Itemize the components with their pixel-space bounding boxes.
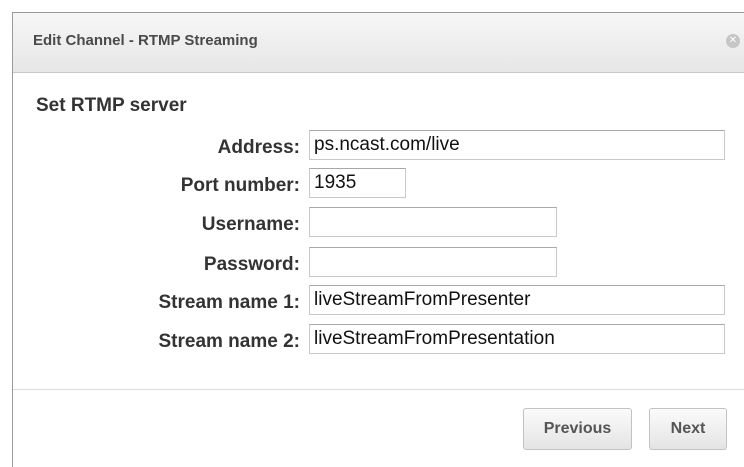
address-input[interactable] bbox=[309, 130, 725, 160]
next-button[interactable]: Next bbox=[649, 408, 727, 450]
dialog-title-bar: Edit Channel - RTMP Streaming ✕ bbox=[13, 13, 744, 73]
port-number-input[interactable] bbox=[309, 168, 406, 198]
footer-divider bbox=[13, 389, 744, 390]
port-number-label: Port number: bbox=[180, 175, 300, 196]
edit-channel-dialog: Edit Channel - RTMP Streaming ✕ Set RTMP… bbox=[12, 12, 744, 467]
username-input[interactable] bbox=[309, 207, 557, 237]
stream-name-1-label: Stream name 1: bbox=[158, 292, 300, 313]
password-label: Password: bbox=[203, 254, 300, 275]
dialog-title: Edit Channel - RTMP Streaming bbox=[33, 32, 258, 49]
password-input[interactable] bbox=[309, 247, 557, 277]
stream-name-1-input[interactable] bbox=[309, 285, 725, 315]
address-label: Address: bbox=[217, 137, 300, 158]
section-title: Set RTMP server bbox=[36, 95, 187, 116]
username-label: Username: bbox=[201, 214, 300, 235]
previous-button[interactable]: Previous bbox=[523, 408, 632, 450]
stream-name-2-label: Stream name 2: bbox=[158, 331, 300, 352]
close-icon[interactable]: ✕ bbox=[726, 34, 740, 48]
stream-name-2-input[interactable] bbox=[309, 324, 725, 354]
